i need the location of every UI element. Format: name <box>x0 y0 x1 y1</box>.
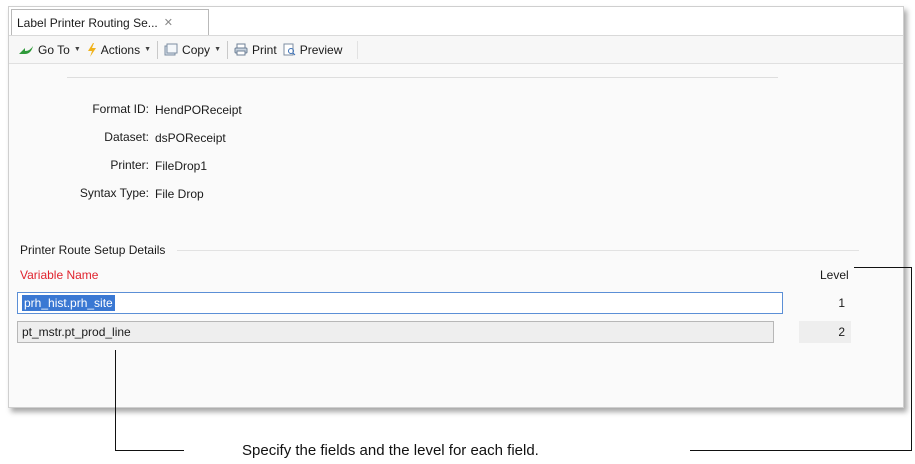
printer-row: Printer: <box>9 157 149 173</box>
toolbar-separator <box>157 40 159 59</box>
toolbar: Go To ▼ Actions ▼ Copy ▼ Print Preview <box>9 36 903 64</box>
chevron-down-icon: ▼ <box>73 46 81 53</box>
preview-label: Preview <box>299 42 343 57</box>
printer-label: Printer: <box>110 158 149 172</box>
copy-button[interactable]: Copy ▼ <box>161 39 224 61</box>
syntax-type-value: File Drop <box>155 187 204 201</box>
printer-value: FileDrop1 <box>155 159 208 173</box>
tab-label-printer-routing[interactable]: Label Printer Routing Se... ✕ <box>11 9 209 35</box>
tab-bar: Label Printer Routing Se... ✕ <box>9 7 903 36</box>
close-icon[interactable]: ✕ <box>164 16 173 29</box>
variable-name-header: Variable Name <box>20 268 99 282</box>
callout-text: Specify the fields and the level for eac… <box>242 442 539 459</box>
copy-label: Copy <box>182 42 211 57</box>
preview-button[interactable]: Preview <box>280 39 346 61</box>
divider <box>67 77 778 78</box>
dataset-value: dsPOReceipt <box>155 131 226 145</box>
dataset-row: Dataset: <box>9 129 149 145</box>
callout-line-right-horizontal <box>690 450 912 451</box>
toolbar-separator <box>357 40 359 59</box>
tab-title: Label Printer Routing Se... <box>17 15 158 30</box>
callout-line-right-vertical <box>911 267 912 451</box>
app-window: Label Printer Routing Se... ✕ Go To ▼ Ac… <box>8 6 904 408</box>
actions-button[interactable]: Actions ▼ <box>84 39 154 61</box>
copy-icon <box>164 43 178 56</box>
format-id-label: Format ID: <box>92 102 149 116</box>
goto-button[interactable]: Go To ▼ <box>15 39 84 61</box>
preview-icon <box>283 43 296 56</box>
toolbar-separator <box>227 40 228 59</box>
variable-name-input-2[interactable]: pt_mstr.pt_prod_line <box>17 321 774 343</box>
chevron-down-icon: ▼ <box>214 46 221 53</box>
callout-line-level <box>854 267 912 268</box>
level-input-1[interactable]: 1 <box>799 292 851 314</box>
variable-name-text: pt_mstr.pt_prod_line <box>22 325 131 339</box>
format-id-row: Format ID: <box>9 101 149 117</box>
callout-line-left-horizontal <box>115 450 184 451</box>
chevron-down-icon: ▼ <box>144 46 152 53</box>
variable-name-input-1[interactable]: prh_hist.prh_site <box>17 292 783 314</box>
selected-text: prh_hist.prh_site <box>22 295 115 311</box>
dataset-label: Dataset: <box>104 130 149 144</box>
goto-arrow-icon <box>19 45 33 54</box>
syntax-type-row: Syntax Type: <box>9 185 149 201</box>
goto-label: Go To <box>38 42 70 57</box>
actions-label: Actions <box>100 42 141 57</box>
content-area: Format ID: HendPOReceipt Dataset: dsPORe… <box>9 65 903 407</box>
lightning-icon <box>87 42 96 57</box>
printer-icon <box>234 43 248 56</box>
syntax-type-label: Syntax Type: <box>79 186 149 200</box>
format-id-value: HendPOReceipt <box>155 103 242 117</box>
section-title: Printer Route Setup Details <box>20 243 166 257</box>
level-input-2[interactable]: 2 <box>799 321 851 343</box>
level-header: Level <box>820 268 849 282</box>
section-divider <box>177 250 859 251</box>
print-label: Print <box>252 42 277 57</box>
print-button[interactable]: Print <box>231 39 280 61</box>
callout-line-left-vertical <box>115 350 116 451</box>
